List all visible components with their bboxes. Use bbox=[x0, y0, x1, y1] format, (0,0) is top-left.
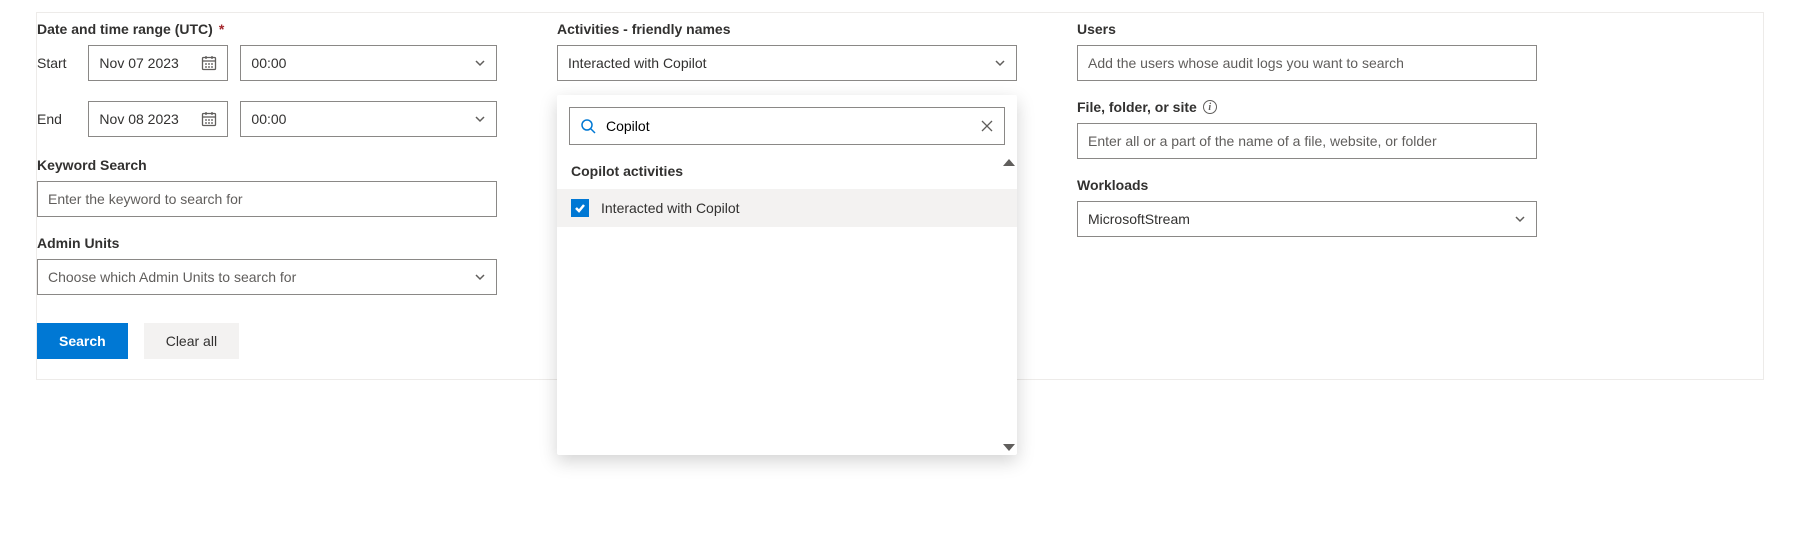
file-label: File, folder, or site i bbox=[1077, 99, 1537, 115]
action-buttons: Search Clear all bbox=[37, 323, 497, 359]
admin-units-label: Admin Units bbox=[37, 235, 497, 251]
search-icon bbox=[580, 118, 596, 134]
workloads-select[interactable]: MicrosoftStream bbox=[1077, 201, 1537, 237]
users-label: Users bbox=[1077, 21, 1537, 37]
search-filters-panel: Date and time range (UTC) * Start Nov 07… bbox=[36, 12, 1764, 380]
scroll-up-icon[interactable] bbox=[1003, 159, 1015, 166]
admin-units-placeholder: Choose which Admin Units to search for bbox=[48, 269, 464, 285]
file-input[interactable] bbox=[1077, 123, 1537, 159]
chevron-down-icon bbox=[474, 271, 486, 283]
activities-search-input[interactable] bbox=[606, 118, 970, 134]
keyword-group: Keyword Search bbox=[37, 157, 497, 217]
chevron-down-icon bbox=[474, 57, 486, 69]
activities-label: Activities - friendly names bbox=[557, 21, 1017, 37]
column-activities: Activities - friendly names Interacted w… bbox=[557, 21, 1017, 359]
end-date-value: Nov 08 2023 bbox=[99, 111, 191, 127]
workloads-label: Workloads bbox=[1077, 177, 1537, 193]
end-label: End bbox=[37, 111, 76, 127]
calendar-icon bbox=[201, 111, 217, 127]
clear-icon[interactable] bbox=[980, 119, 994, 133]
users-group: Users bbox=[1077, 21, 1537, 81]
end-time-value: 00:00 bbox=[251, 111, 464, 127]
chevron-down-icon bbox=[474, 113, 486, 125]
end-row: End Nov 08 2023 00:00 bbox=[37, 101, 497, 137]
search-button[interactable]: Search bbox=[37, 323, 128, 359]
file-title: File, folder, or site bbox=[1077, 99, 1197, 115]
start-time-value: 00:00 bbox=[251, 55, 464, 71]
chevron-down-icon bbox=[1514, 213, 1526, 225]
workloads-selected-value: MicrosoftStream bbox=[1088, 211, 1504, 227]
activity-option-interacted-with-copilot[interactable]: Interacted with Copilot bbox=[557, 189, 1017, 227]
activities-search-wrap[interactable] bbox=[569, 107, 1005, 145]
start-label: Start bbox=[37, 55, 76, 71]
workloads-group: Workloads MicrosoftStream bbox=[1077, 177, 1537, 237]
date-range-label: Date and time range (UTC) * bbox=[37, 21, 497, 37]
chevron-down-icon bbox=[994, 57, 1006, 69]
scroll-down-icon[interactable] bbox=[1003, 444, 1015, 451]
activities-selected-value: Interacted with Copilot bbox=[568, 55, 984, 71]
activities-options-scroll: Copilot activities Interacted with Copil… bbox=[557, 159, 1017, 455]
admin-units-select[interactable]: Choose which Admin Units to search for bbox=[37, 259, 497, 295]
start-date-value: Nov 07 2023 bbox=[99, 55, 191, 71]
keyword-input[interactable] bbox=[37, 181, 497, 217]
file-group: File, folder, or site i bbox=[1077, 99, 1537, 159]
column-users-file-workloads: Users File, folder, or site i Workloads … bbox=[1077, 21, 1537, 359]
checkbox-checked-icon bbox=[571, 199, 589, 217]
end-date-picker[interactable]: Nov 08 2023 bbox=[88, 101, 228, 137]
end-time-picker[interactable]: 00:00 bbox=[240, 101, 497, 137]
keyword-label: Keyword Search bbox=[37, 157, 497, 173]
clear-all-button[interactable]: Clear all bbox=[144, 323, 239, 359]
column-date-keyword: Date and time range (UTC) * Start Nov 07… bbox=[37, 21, 497, 359]
required-asterisk: * bbox=[219, 21, 224, 37]
activities-dropdown-panel: Copilot activities Interacted with Copil… bbox=[557, 95, 1017, 455]
calendar-icon bbox=[201, 55, 217, 71]
start-time-picker[interactable]: 00:00 bbox=[240, 45, 497, 81]
users-input[interactable] bbox=[1077, 45, 1537, 81]
date-range-title: Date and time range (UTC) bbox=[37, 21, 213, 37]
activities-group-header: Copilot activities bbox=[557, 159, 1017, 189]
start-row: Start Nov 07 2023 00:00 bbox=[37, 45, 497, 81]
activities-select[interactable]: Interacted with Copilot bbox=[557, 45, 1017, 81]
info-icon[interactable]: i bbox=[1203, 100, 1217, 114]
start-date-picker[interactable]: Nov 07 2023 bbox=[88, 45, 228, 81]
activity-option-label: Interacted with Copilot bbox=[601, 200, 740, 216]
admin-units-group: Admin Units Choose which Admin Units to … bbox=[37, 235, 497, 295]
